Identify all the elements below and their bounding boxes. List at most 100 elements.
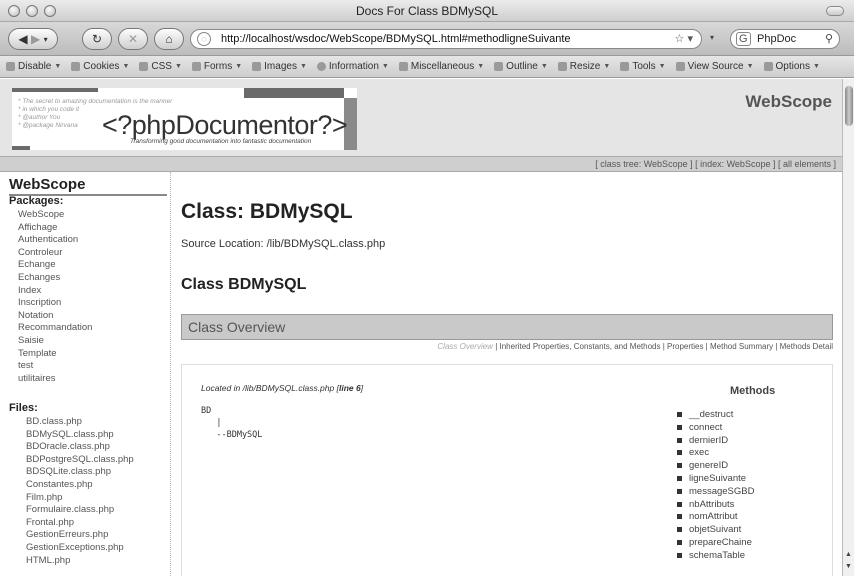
page-header: * The secret to amazing documentation is… [0, 79, 842, 156]
package-link[interactable]: WebScope [18, 209, 92, 222]
method-link[interactable]: __destruct [677, 409, 754, 422]
dev-menu-cookies[interactable]: Cookies ▼ [71, 61, 129, 72]
vertical-scrollbar[interactable]: ▲ ▼ [842, 79, 854, 576]
method-link[interactable]: messageSGBD [677, 486, 754, 499]
stop-button[interactable]: ✕ [118, 28, 148, 50]
file-link[interactable]: BDPostgreSQL.class.php [26, 454, 134, 467]
package-link[interactable]: Echange [18, 259, 92, 272]
package-link[interactable]: test [18, 360, 92, 373]
package-link[interactable]: Controleur [18, 247, 92, 260]
file-link[interactable]: Constantes.php [26, 479, 134, 492]
top-nav-links[interactable]: [ class tree: WebScope ] [ index: WebSco… [0, 156, 842, 172]
scrollbar-thumb[interactable] [845, 86, 853, 126]
main-content: Class: BDMySQL Source Location: /lib/BDM… [172, 172, 842, 576]
package-link[interactable]: Notation [18, 310, 92, 323]
files-label: Files: [9, 402, 38, 414]
reload-button[interactable]: ↻ [82, 28, 112, 50]
chevron-down-icon: ▼ [299, 63, 307, 70]
source-location: Source Location: /lib/BDMySQL.class.php [181, 238, 386, 250]
package-link[interactable]: Template [18, 348, 92, 361]
file-link[interactable]: Frontal.php [26, 517, 134, 530]
toolbar-toggle-icon[interactable] [826, 6, 844, 16]
file-link[interactable]: GestionErreurs.php [26, 529, 134, 542]
scroll-up-icon[interactable]: ▲ [845, 551, 852, 558]
method-link[interactable]: objetSuivant [677, 524, 754, 537]
search-engine-dropdown-icon[interactable]: ▾ [710, 33, 714, 42]
dev-menu-images[interactable]: Images ▼ [252, 61, 307, 72]
package-link[interactable]: Saisie [18, 335, 92, 348]
back-icon[interactable]: ◀ [18, 32, 27, 46]
method-link[interactable]: prepareChaine [677, 537, 754, 550]
class-tree: BD | --BDMySQL [201, 406, 263, 440]
section-nav-current: Class Overview [437, 342, 493, 351]
dev-menu-label: Disable [18, 61, 52, 72]
method-link[interactable]: connect [677, 422, 754, 435]
address-text[interactable]: http://localhost/wsdoc/WebScope/BDMySQL.… [221, 33, 571, 45]
logo-bar [12, 88, 98, 92]
file-link[interactable]: HTML.php [26, 555, 134, 568]
history-dropdown-icon[interactable]: ▾ [44, 35, 48, 44]
package-link[interactable]: utilitaires [18, 373, 92, 386]
class-overview-panel: Located in /lib/BDMySQL.class.php [line … [181, 364, 833, 576]
package-link[interactable]: Authentication [18, 234, 92, 247]
search-text[interactable]: PhpDoc [757, 33, 796, 45]
chevron-down-icon: ▼ [174, 63, 182, 70]
dev-menu-disable[interactable]: Disable ▼ [6, 61, 61, 72]
dev-menu-forms[interactable]: Forms ▼ [191, 61, 242, 72]
dev-menu-tools[interactable]: Tools ▼ [620, 61, 666, 72]
dev-menu-label: Forms [203, 61, 233, 72]
file-link[interactable]: BDOracle.class.php [26, 441, 134, 454]
dev-menu-label: Outline [506, 61, 538, 72]
file-link[interactable]: BDMySQL.class.php [26, 429, 134, 442]
line-link[interactable]: line 6 [339, 383, 361, 393]
search-icon[interactable]: ⚲ [825, 32, 833, 45]
package-link[interactable]: Recommandation [18, 322, 92, 335]
dev-menu-label: CSS [151, 61, 172, 72]
forward-icon[interactable]: ▶ [31, 32, 40, 46]
dev-menu-label: Tools [632, 61, 656, 72]
package-link[interactable]: Index [18, 285, 92, 298]
back-forward-button[interactable]: ◀ ▶ ▾ [8, 28, 58, 50]
dev-menu-label: Options [775, 61, 810, 72]
site-identity-icon[interactable]: ◌ [197, 32, 211, 46]
method-link[interactable]: nomAttribut [677, 511, 754, 524]
package-link[interactable]: Affichage [18, 222, 92, 235]
file-link[interactable]: BD.class.php [26, 416, 134, 429]
search-field[interactable]: G PhpDoc ⚲ [730, 29, 840, 49]
file-link[interactable]: Film.php [26, 492, 134, 505]
package-link[interactable]: Inscription [18, 297, 92, 310]
dev-menu-outline[interactable]: Outline ▼ [494, 61, 548, 72]
method-link[interactable]: exec [677, 447, 754, 460]
forms-icon [191, 62, 201, 71]
packages-list: WebScope Affichage Authentication Contro… [18, 209, 92, 385]
chevron-down-icon: ▼ [381, 63, 389, 70]
dev-menu-options[interactable]: Options ▼ [763, 61, 820, 72]
package-link[interactable]: Echanges [18, 272, 92, 285]
dev-menu-css[interactable]: CSS ▼ [139, 61, 182, 72]
home-button[interactable]: ⌂ [154, 28, 184, 50]
located-prefix: Located in /lib/BDMySQL.class.php [ [201, 383, 339, 393]
address-bar[interactable]: ◌ http://localhost/wsdoc/WebScope/BDMySQ… [190, 29, 702, 49]
files-list: BD.class.php BDMySQL.class.php BDOracle.… [26, 416, 134, 567]
method-link[interactable]: ligneSuivante [677, 473, 754, 486]
dev-menu-label: Cookies [83, 61, 120, 72]
section-nav: Class Overview | Inherited Properties, C… [437, 342, 833, 351]
dev-menu-label: Images [264, 61, 297, 72]
scroll-down-icon[interactable]: ▼ [845, 563, 852, 570]
file-link[interactable]: BDSQLite.class.php [26, 466, 134, 479]
method-link[interactable]: dernierID [677, 435, 754, 448]
method-link[interactable]: nbAttributs [677, 499, 754, 512]
dev-menu-view-source[interactable]: View Source ▼ [675, 61, 754, 72]
dev-menu-information[interactable]: Information ▼ [316, 61, 389, 72]
section-nav-links[interactable]: | Inherited Properties, Constants, and M… [493, 342, 833, 351]
search-engine-icon[interactable]: G [736, 32, 751, 46]
dev-menu-miscellaneous[interactable]: Miscellaneous ▼ [398, 61, 484, 72]
file-link[interactable]: Formulaire.class.php [26, 504, 134, 517]
method-link[interactable]: schemaTable [677, 550, 754, 563]
images-icon [252, 62, 262, 71]
tools-icon [620, 62, 630, 71]
bookmark-star-icon[interactable]: ☆ ▾ [675, 32, 693, 45]
method-link[interactable]: genereID [677, 460, 754, 473]
file-link[interactable]: GestionExceptions.php [26, 542, 134, 555]
dev-menu-resize[interactable]: Resize ▼ [557, 61, 610, 72]
